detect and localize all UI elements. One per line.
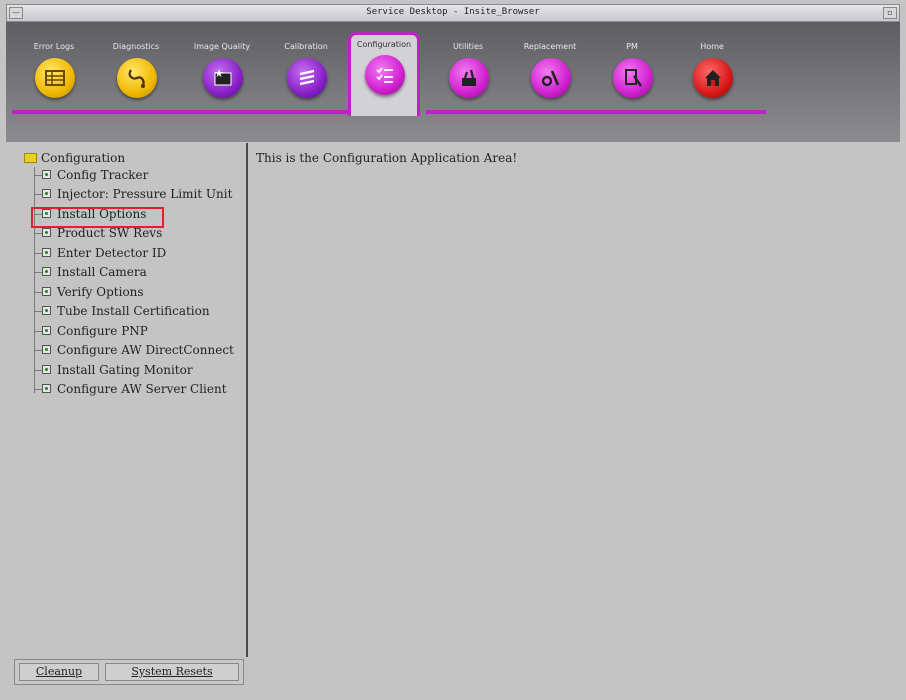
tree-item-label: Product SW Revs xyxy=(57,226,163,240)
tab-label: Error Logs xyxy=(33,42,75,51)
tab-label: PM xyxy=(626,42,638,51)
folder-icon xyxy=(24,152,37,163)
title-bar: — Service Desktop - Insite_Browser ▫ xyxy=(6,4,900,22)
utilities-icon xyxy=(449,58,489,98)
tree-item-label: Injector: Pressure Limit Unit xyxy=(57,187,233,201)
window-maximize-icon[interactable]: ▫ xyxy=(883,7,897,19)
node-icon xyxy=(42,228,51,237)
tab-error-logs[interactable]: Error Logs xyxy=(18,36,90,112)
system-resets-button[interactable]: System Resets xyxy=(105,663,239,681)
node-icon xyxy=(42,248,51,257)
tree-item-enter-detector-id[interactable]: Enter Detector ID xyxy=(34,246,166,264)
node-icon xyxy=(42,306,51,315)
replacement-icon xyxy=(531,58,571,98)
configuration-icon xyxy=(365,55,405,95)
image-quality-icon xyxy=(203,58,243,98)
diagnostics-icon xyxy=(117,58,157,98)
node-icon xyxy=(42,189,51,198)
node-icon xyxy=(42,365,51,374)
calibration-icon xyxy=(287,58,327,98)
tree-item-label: Verify Options xyxy=(57,285,144,299)
tree-item-label: Config Tracker xyxy=(57,168,149,182)
tree-item-injector-pressure-limit-unit[interactable]: Injector: Pressure Limit Unit xyxy=(34,187,232,205)
tree-item-tube-install-certification[interactable]: Tube Install Certification xyxy=(34,304,210,322)
pm-icon xyxy=(613,58,653,98)
node-icon xyxy=(42,267,51,276)
tab-image-quality[interactable]: Image Quality xyxy=(186,36,258,112)
node-icon xyxy=(42,345,51,354)
tree-root-configuration[interactable]: Configuration xyxy=(24,151,125,165)
highlight-install-options xyxy=(31,207,164,228)
tree-item-label: Install Camera xyxy=(57,265,147,279)
node-icon xyxy=(42,326,51,335)
bottom-button-bar: Cleanup System Resets xyxy=(14,659,244,685)
tree-item-label: Configure PNP xyxy=(57,324,148,338)
tab-label: Image Quality xyxy=(193,42,251,51)
tab-configuration[interactable]: Configuration xyxy=(348,32,420,116)
tab-replacement[interactable]: Replacement xyxy=(514,36,586,112)
cleanup-button[interactable]: Cleanup xyxy=(19,663,99,681)
tab-utilities[interactable]: Utilities xyxy=(432,36,504,112)
tab-pm[interactable]: PM xyxy=(596,36,668,112)
error-logs-icon xyxy=(35,58,75,98)
tree-item-label: Install Gating Monitor xyxy=(57,363,193,377)
tab-diagnostics[interactable]: Diagnostics xyxy=(100,36,172,112)
tree-item-install-camera[interactable]: Install Camera xyxy=(34,265,147,283)
tree-item-label: Tube Install Certification xyxy=(57,304,210,318)
tree-item-config-tracker[interactable]: Config Tracker xyxy=(34,168,148,186)
tab-calibration[interactable]: Calibration xyxy=(270,36,342,112)
tab-label: Diagnostics xyxy=(112,42,160,51)
tree-item-configure-aw-directconnect[interactable]: Configure AW DirectConnect xyxy=(34,343,234,361)
tab-label: Utilities xyxy=(452,42,484,51)
tab-label: Home xyxy=(700,42,724,51)
tree-item-label: Configure AW DirectConnect xyxy=(57,343,234,357)
application-area-message: This is the Configuration Application Ar… xyxy=(256,151,518,165)
tab-label: Replacement xyxy=(523,42,577,51)
tree-root-label: Configuration xyxy=(41,151,126,165)
tree-item-install-gating-monitor[interactable]: Install Gating Monitor xyxy=(34,363,193,381)
tree-item-configure-pnp[interactable]: Configure PNP xyxy=(34,324,148,342)
window-title: Service Desktop - Insite_Browser xyxy=(366,7,540,17)
node-icon xyxy=(42,384,51,393)
node-icon xyxy=(42,170,51,179)
tree-item-verify-options[interactable]: Verify Options xyxy=(34,285,144,303)
node-icon xyxy=(42,287,51,296)
tree-item-configure-aw-server-client[interactable]: Configure AW Server Client xyxy=(34,382,227,400)
tree-item-label: Configure AW Server Client xyxy=(57,382,227,396)
tab-label: Configuration xyxy=(356,40,412,49)
tab-label: Calibration xyxy=(284,42,328,51)
configuration-application-area: This is the Configuration Application Ar… xyxy=(248,143,900,695)
toolbar: Error Logs Diagnostics Image Quality Cal… xyxy=(6,22,900,142)
tree-item-product-sw-revs[interactable]: Product SW Revs xyxy=(34,226,162,244)
home-icon xyxy=(693,58,733,98)
tab-home[interactable]: Home xyxy=(676,36,748,112)
tree-item-label: Enter Detector ID xyxy=(57,246,167,260)
